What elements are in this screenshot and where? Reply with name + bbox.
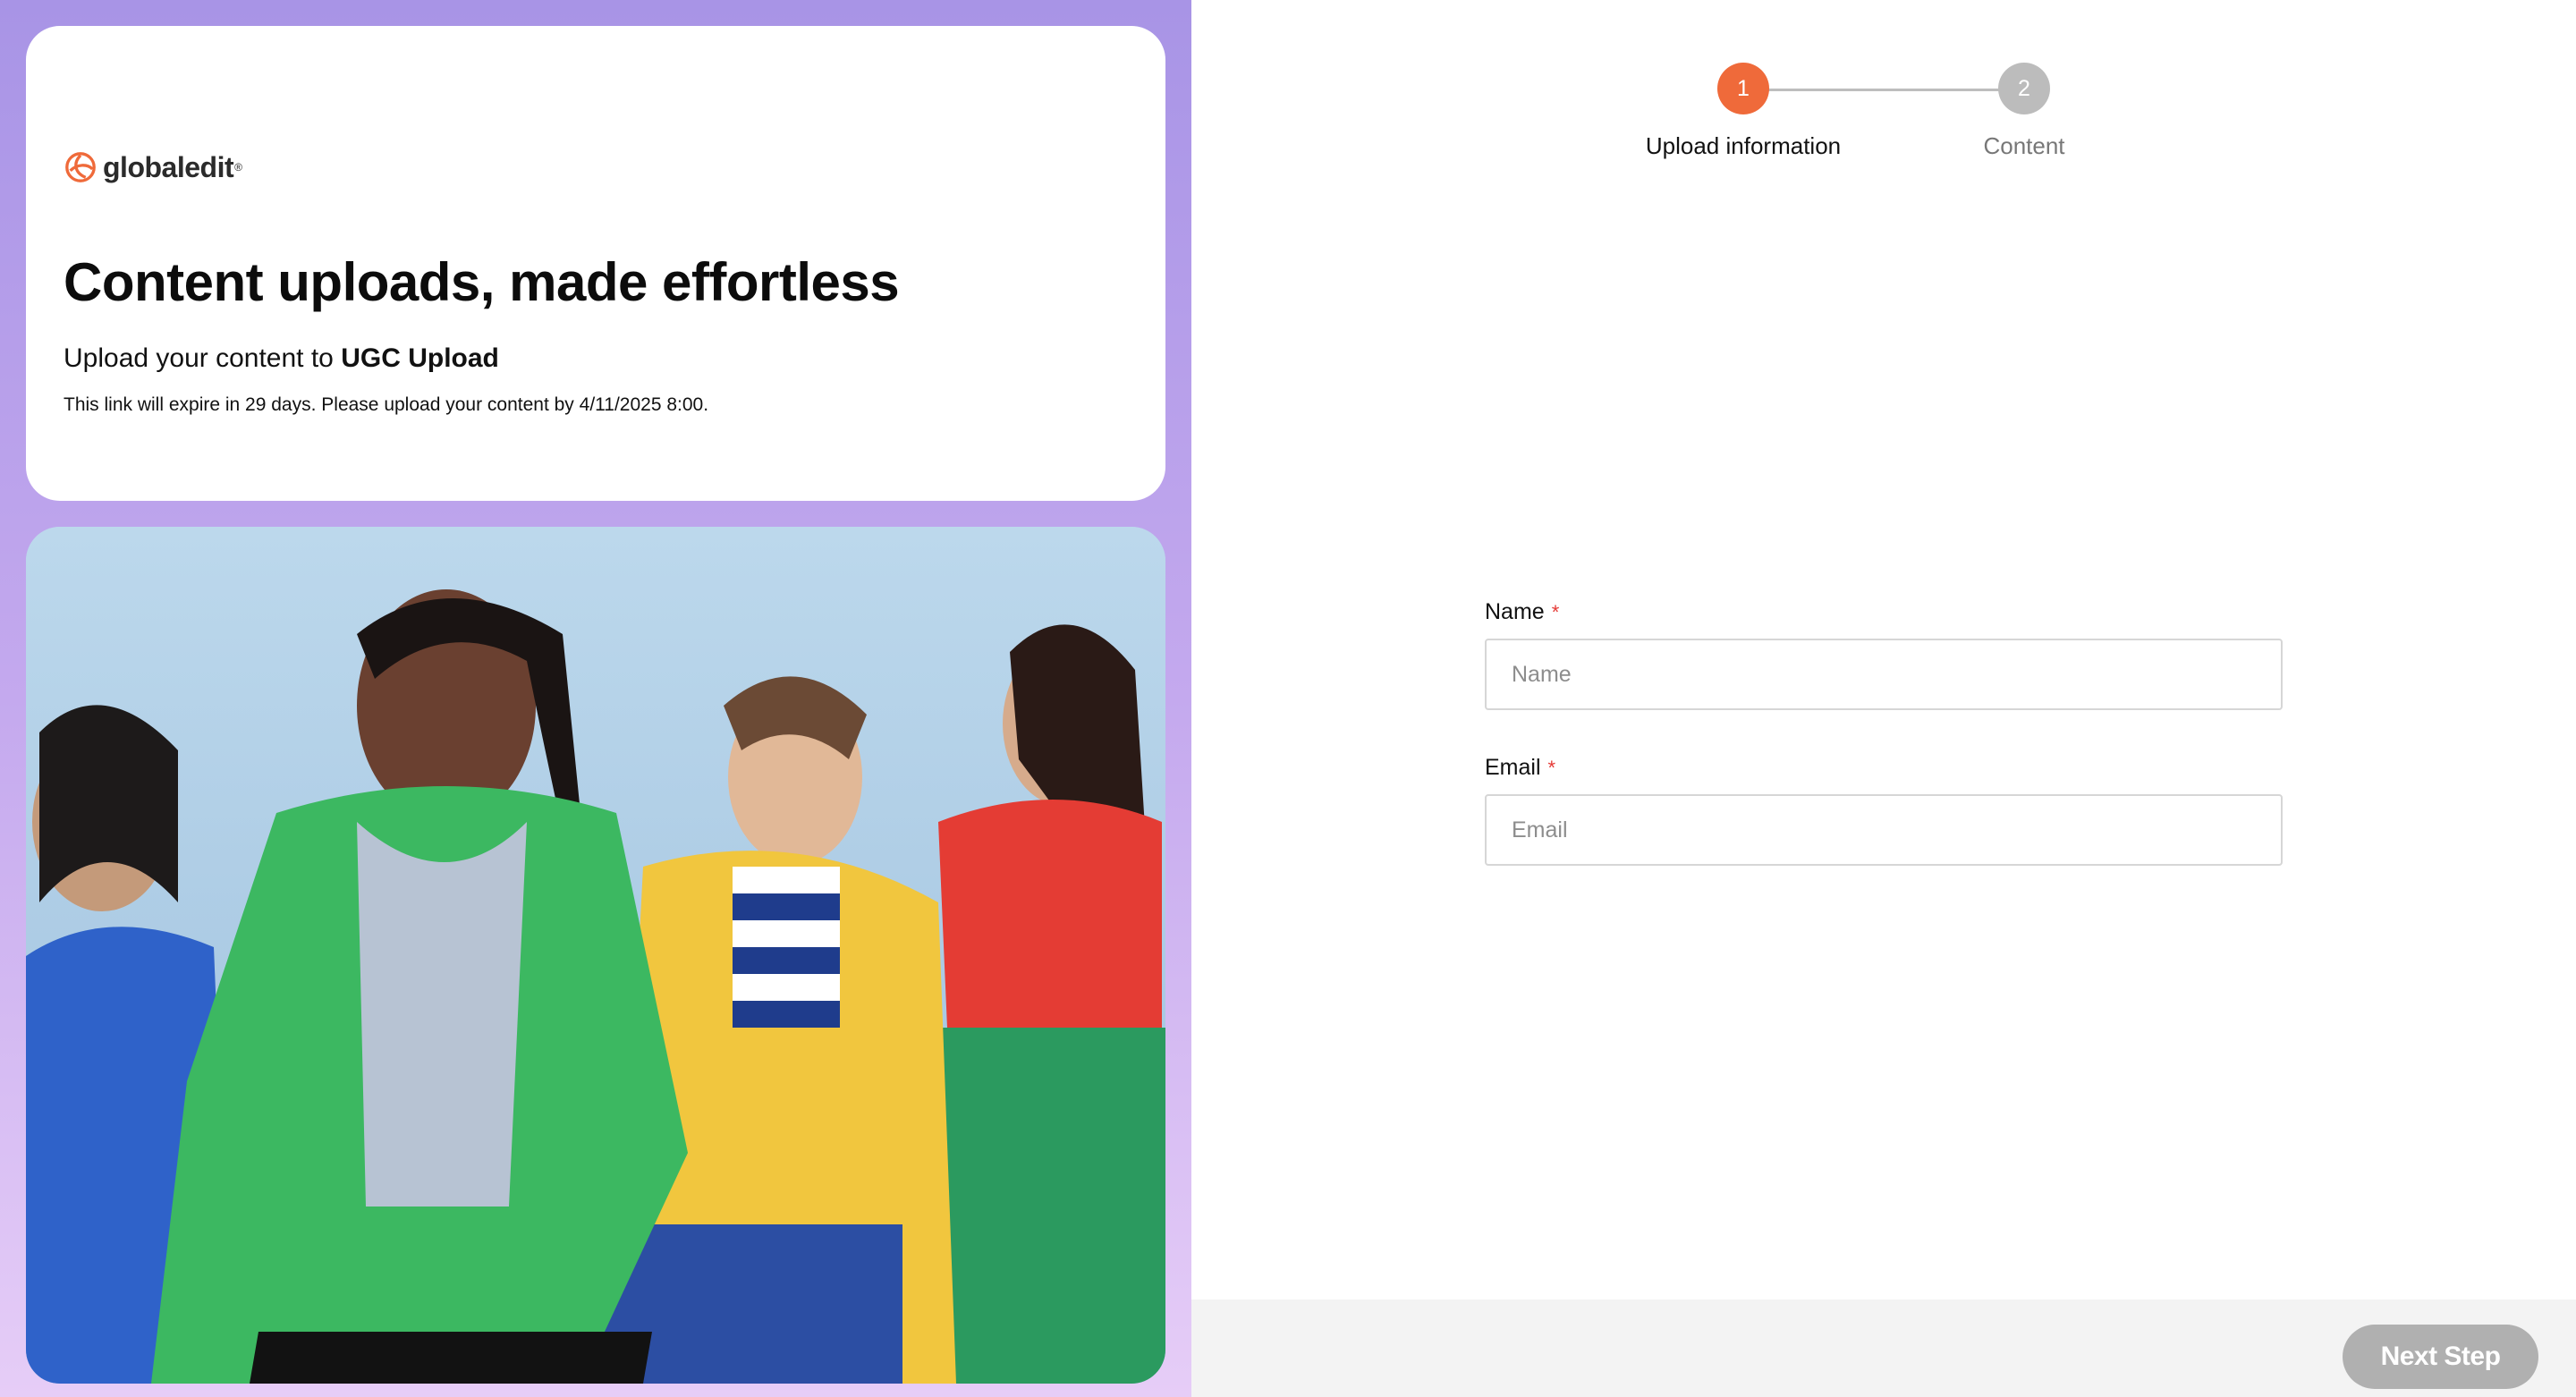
brand-logo: globaledit ® <box>64 150 242 184</box>
link-expiry-notice: This link will expire in 29 days. Please… <box>64 394 709 415</box>
step-number-badge: 2 <box>1998 63 2050 114</box>
email-label: Email * <box>1485 755 2283 783</box>
right-panel: 1 Upload information 2 Content Name * Em… <box>1191 0 2576 1397</box>
hero-photo <box>26 527 1165 1384</box>
required-indicator: * <box>1547 757 1556 779</box>
upload-target-name: UGC Upload <box>341 343 499 373</box>
brand-registered-mark: ® <box>234 161 242 174</box>
stepper-connector <box>1744 89 2025 91</box>
email-label-text: Email <box>1485 755 1541 780</box>
step-label: Content <box>1983 132 2065 159</box>
step-label: Upload information <box>1645 132 1842 159</box>
step-number-badge: 1 <box>1717 63 1769 114</box>
brand-name: globaledit <box>103 150 234 183</box>
email-input[interactable] <box>1485 794 2283 866</box>
upload-app: globaledit ® Content uploads, made effor… <box>0 0 2576 1397</box>
required-indicator: * <box>1551 601 1560 623</box>
upload-info-form: Name * Email * <box>1485 599 2283 910</box>
left-panel: globaledit ® Content uploads, made effor… <box>0 0 1191 1397</box>
group-of-women-illustration <box>26 527 1165 1384</box>
page-headline: Content uploads, made effortless <box>64 252 900 312</box>
upload-target-prefix: Upload your content to <box>64 343 342 373</box>
hero-card: globaledit ® Content uploads, made effor… <box>26 26 1165 501</box>
stepper: 1 Upload information 2 Content <box>1191 63 2576 170</box>
name-field-group: Name * <box>1485 599 2283 710</box>
globaledit-logo-icon <box>65 152 96 182</box>
name-label-text: Name <box>1485 599 1545 624</box>
name-label: Name * <box>1485 599 2283 628</box>
next-step-button[interactable]: Next Step <box>2343 1325 2538 1389</box>
form-footer: Next Step <box>1191 1300 2576 1397</box>
email-field-group: Email * <box>1485 755 2283 866</box>
name-input[interactable] <box>1485 639 2283 710</box>
upload-target-line: Upload your content to UGC Upload <box>64 343 499 374</box>
